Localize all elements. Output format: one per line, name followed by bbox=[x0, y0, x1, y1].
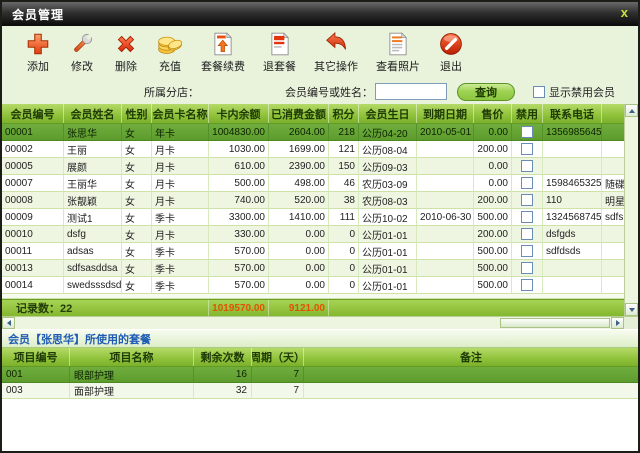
column-header-remaining[interactable]: 剩余次数 bbox=[194, 348, 252, 366]
vertical-scrollbar[interactable] bbox=[624, 104, 638, 316]
members-table: 会员编号 会员姓名 性别 会员卡名称 卡内余额 已消费金额 积分 会员生日 到期… bbox=[2, 104, 638, 329]
table-row[interactable]: 00009 测试1 女 季卡 3300.00 1410.00 111 公历10-… bbox=[2, 209, 624, 226]
package-rows: 001 眼部护理 16 7 003 面部护理 32 7 bbox=[2, 367, 638, 399]
column-header-phone[interactable]: 联系电话 bbox=[543, 104, 602, 123]
members-table-header: 会员编号 会员姓名 性别 会员卡名称 卡内余额 已消费金额 积分 会员生日 到期… bbox=[2, 104, 624, 124]
package-row[interactable]: 001 眼部护理 16 7 bbox=[2, 367, 638, 383]
column-header-consumed[interactable]: 已消费金额 bbox=[269, 104, 329, 123]
package-refund-icon bbox=[267, 31, 293, 57]
search-bar: 所属分店： 会员编号或姓名： 查询 显示禁用会员 bbox=[2, 79, 638, 104]
disabled-checkbox[interactable] bbox=[521, 211, 533, 223]
members-rows: 00001 张思华 女 年卡 1004830.00 2604.00 218 公历… bbox=[2, 124, 624, 294]
toolbar-button-package-refund[interactable]: 退套餐 bbox=[254, 29, 305, 76]
horizontal-scrollbar[interactable] bbox=[2, 316, 624, 329]
column-header-item-name[interactable]: 项目名称 bbox=[70, 348, 194, 366]
disabled-checkbox[interactable] bbox=[521, 160, 533, 172]
close-icon[interactable]: x bbox=[621, 5, 628, 21]
column-header-name[interactable]: 会员姓名 bbox=[64, 104, 122, 123]
edit-icon bbox=[69, 31, 95, 57]
toolbar-button-package-renew[interactable]: 套餐续费 bbox=[192, 29, 254, 76]
table-row[interactable]: 00011 adsas 女 季卡 570.00 0.00 0 公历01-01 5… bbox=[2, 243, 624, 260]
table-row[interactable]: 00008 张靓颖 女 月卡 740.00 520.00 38 农历08-03 … bbox=[2, 192, 624, 209]
scrollbar-corner bbox=[624, 316, 638, 329]
total-consumed: 9121.00 bbox=[269, 300, 329, 316]
disabled-checkbox[interactable] bbox=[521, 194, 533, 206]
branch-label: 所属分店： bbox=[144, 84, 199, 100]
column-header-expire[interactable]: 到期日期 bbox=[417, 104, 474, 123]
bottom-filler bbox=[2, 399, 638, 451]
disabled-checkbox[interactable] bbox=[521, 245, 533, 257]
table-row[interactable]: 00014 swedsssdsda 女 季卡 570.00 0.00 0 公历0… bbox=[2, 277, 624, 294]
column-header-birthday[interactable]: 会员生日 bbox=[359, 104, 417, 123]
view-photo-icon bbox=[385, 31, 411, 57]
column-header-member-id[interactable]: 会员编号 bbox=[2, 104, 64, 123]
disabled-checkbox[interactable] bbox=[521, 126, 533, 138]
horizontal-scroll-thumb[interactable] bbox=[500, 318, 610, 328]
table-row[interactable]: 00001 张思华 女 年卡 1004830.00 2604.00 218 公历… bbox=[2, 124, 624, 141]
disabled-checkbox[interactable] bbox=[521, 143, 533, 155]
package-row[interactable]: 003 面部护理 32 7 bbox=[2, 383, 638, 399]
other-ops-icon bbox=[323, 31, 349, 57]
package-renew-icon bbox=[210, 31, 236, 57]
query-button[interactable]: 查询 bbox=[457, 83, 515, 101]
keyword-label: 会员编号或姓名： bbox=[285, 84, 373, 100]
titlebar: 会员管理 x bbox=[2, 2, 638, 26]
column-header-note[interactable]: 备注 bbox=[304, 348, 638, 366]
scroll-left-icon[interactable] bbox=[2, 317, 15, 329]
column-header-balance[interactable]: 卡内余额 bbox=[209, 104, 269, 123]
column-header-remark[interactable] bbox=[602, 104, 624, 123]
scroll-up-icon[interactable] bbox=[625, 104, 638, 117]
exit-icon bbox=[438, 31, 464, 57]
column-header-price[interactable]: 售价 bbox=[474, 104, 512, 123]
recharge-icon bbox=[157, 31, 183, 57]
toolbar-button-add[interactable]: 添加 bbox=[16, 29, 60, 76]
disabled-checkbox[interactable] bbox=[521, 279, 533, 291]
disabled-checkbox[interactable] bbox=[521, 228, 533, 240]
show-disabled-label: 显示禁用会员 bbox=[549, 84, 615, 100]
package-table-header: 项目编号 项目名称 剩余次数 周期（天） 备注 bbox=[2, 348, 638, 367]
summary-row: 记录数：22 1019570.00 9121.00 bbox=[2, 299, 624, 316]
toolbar-button-edit[interactable]: 修改 bbox=[60, 29, 104, 76]
column-header-points[interactable]: 积分 bbox=[329, 104, 359, 123]
table-row[interactable]: 00010 dsfg 女 月卡 330.00 0.00 0 公历01-01 20… bbox=[2, 226, 624, 243]
table-row[interactable]: 00002 王丽 女 月卡 1030.00 1699.00 121 公历08-0… bbox=[2, 141, 624, 158]
column-header-card[interactable]: 会员卡名称 bbox=[152, 104, 209, 123]
scroll-down-icon[interactable] bbox=[625, 303, 638, 316]
package-panel-title: 会员【张思华】所使用的套餐 bbox=[2, 329, 638, 348]
scroll-right-icon[interactable] bbox=[611, 317, 624, 329]
window-title: 会员管理 bbox=[12, 6, 64, 23]
keyword-input[interactable] bbox=[375, 83, 447, 100]
toolbar-button-exit[interactable]: 退出 bbox=[429, 29, 473, 76]
delete-icon bbox=[113, 31, 139, 57]
record-count: 记录数：22 bbox=[2, 300, 209, 316]
total-balance: 1019570.00 bbox=[209, 300, 269, 316]
toolbar-button-recharge[interactable]: 充值 bbox=[148, 29, 192, 76]
toolbar: 添加 修改 删除 充值 套餐续费 退套餐 其它操作 bbox=[2, 26, 638, 79]
toolbar-button-other-ops[interactable]: 其它操作 bbox=[305, 29, 367, 76]
table-row[interactable]: 00013 sdfsasddsa 女 季卡 570.00 0.00 0 公历01… bbox=[2, 260, 624, 277]
show-disabled-checkbox[interactable] bbox=[533, 86, 545, 98]
toolbar-button-delete[interactable]: 删除 bbox=[104, 29, 148, 76]
toolbar-button-view-photo[interactable]: 查看照片 bbox=[367, 29, 429, 76]
table-row[interactable]: 00005 展颜 女 月卡 610.00 2390.00 150 公历09-03… bbox=[2, 158, 624, 175]
disabled-checkbox[interactable] bbox=[521, 262, 533, 274]
column-header-cycle[interactable]: 周期（天） bbox=[252, 348, 304, 366]
column-header-item-code[interactable]: 项目编号 bbox=[2, 348, 70, 366]
disabled-checkbox[interactable] bbox=[521, 177, 533, 189]
add-icon bbox=[25, 31, 51, 57]
table-row[interactable]: 00007 王丽华 女 月卡 500.00 498.00 46 农历03-09 … bbox=[2, 175, 624, 192]
member-management-window: 会员管理 x 添加 修改 删除 充值 套餐续费 退套餐 bbox=[0, 0, 640, 453]
column-header-disabled[interactable]: 禁用 bbox=[512, 104, 543, 123]
column-header-gender[interactable]: 性别 bbox=[122, 104, 152, 123]
